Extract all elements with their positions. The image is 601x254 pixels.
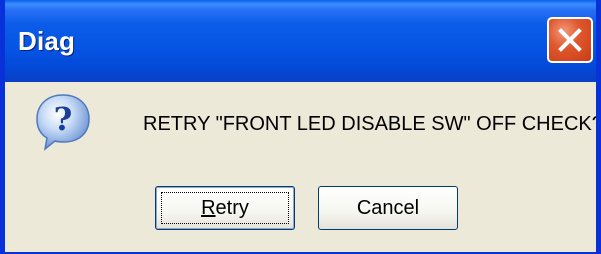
- dialog-body: ? RETRY "FRONT LED DISABLE SW" OFF CHECK…: [5, 82, 596, 252]
- retry-button[interactable]: Retry: [155, 186, 295, 230]
- cancel-button-label: Cancel: [356, 196, 420, 219]
- close-icon: [558, 28, 582, 52]
- retry-button-label: Retry: [201, 197, 249, 220]
- svg-text:?: ?: [54, 100, 73, 138]
- title-bar[interactable]: Diag: [5, 0, 596, 82]
- window-title: Diag: [18, 26, 76, 56]
- retry-label-rest: etry: [215, 196, 249, 219]
- question-icon: ?: [36, 94, 90, 151]
- dialog-window: Diag ? RETRY "FRONT LED DISABLE SW" OFF …: [0, 0, 601, 254]
- retry-accelerator-key: R: [201, 196, 216, 219]
- cancel-button[interactable]: Cancel: [318, 186, 458, 230]
- dialog-message: RETRY "FRONT LED DISABLE SW" OFF CHECK?: [143, 113, 601, 135]
- close-button[interactable]: [547, 17, 593, 63]
